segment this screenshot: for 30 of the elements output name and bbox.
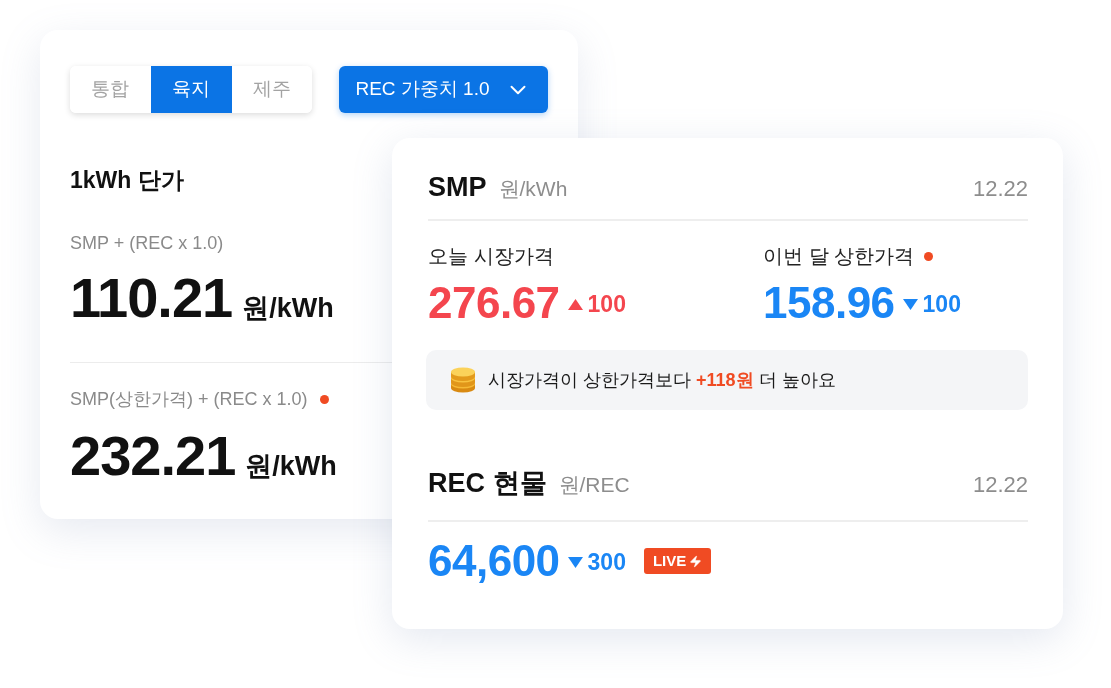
- unit-label: 원/kWh: [498, 176, 568, 202]
- date-label: 12.22: [972, 175, 1028, 203]
- weight-dropdown[interactable]: REC 가중치 1.0: [339, 66, 548, 113]
- date-label: 12.22: [972, 471, 1028, 499]
- formula-label: SMP(상한가격) + (REC x 1.0): [70, 388, 308, 411]
- unit-price-value: 110.21: [70, 268, 233, 328]
- region-tab[interactable]: 육지: [150, 66, 232, 113]
- region-tab[interactable]: 통합: [70, 66, 151, 113]
- price-value: 158.96: [763, 277, 895, 329]
- unit-price-unit: 원/kWh: [242, 292, 334, 325]
- lightning-icon: [689, 554, 703, 568]
- unit-price-unit: 원/kWh: [245, 450, 337, 483]
- unit-label: 원/REC: [558, 472, 630, 498]
- region-tab[interactable]: 제주: [231, 66, 313, 113]
- formula-label: SMP + (REC x 1.0): [70, 232, 224, 255]
- dropdown-label: REC 가중치 1.0: [355, 77, 490, 102]
- section-title: SMP: [428, 171, 487, 204]
- change-value: 100: [587, 292, 626, 316]
- coin-stack-icon: [450, 367, 476, 393]
- price-value: 276.67: [428, 277, 560, 329]
- change-value: 300: [587, 550, 626, 574]
- unit-price-value: 232.21: [70, 426, 236, 486]
- price-label: 오늘 시장가격: [428, 244, 554, 269]
- section-title: REC 현물: [428, 467, 547, 500]
- price-value: 64,600: [428, 535, 560, 587]
- card-title: 1kWh 단가: [70, 166, 184, 195]
- comparison-note: 시장가격이 상한가격보다 +118원 더 높아요: [488, 369, 836, 392]
- price-label: 이번 달 상한가격: [763, 244, 915, 269]
- change-value: 100: [922, 292, 961, 316]
- live-badge: LIVE: [643, 548, 712, 574]
